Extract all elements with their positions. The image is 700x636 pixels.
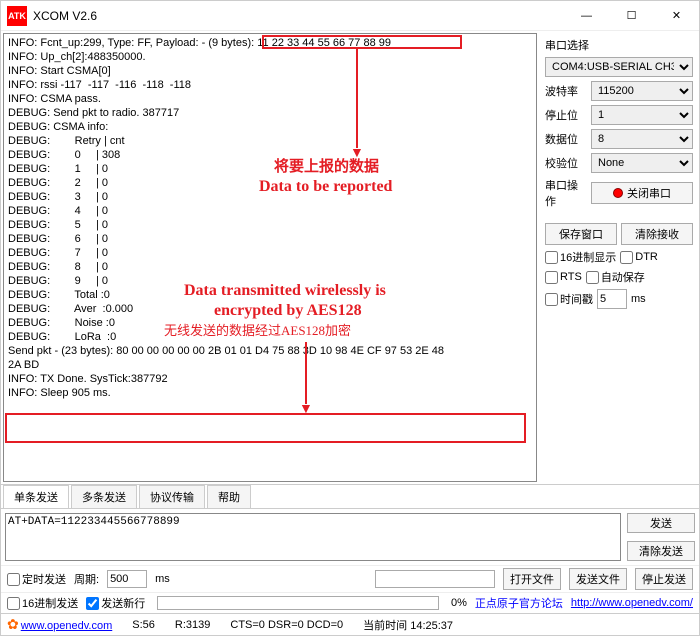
ms-label-2: ms — [155, 573, 170, 585]
tab-single-send[interactable]: 单条发送 — [3, 485, 69, 508]
console-line: INFO: Start CSMA[0] — [8, 64, 532, 78]
status-sent: S:56 — [132, 619, 155, 631]
app-logo-icon: ATK — [7, 6, 27, 26]
stopbits-label: 停止位 — [545, 107, 587, 123]
open-file-button[interactable]: 打开文件 — [503, 568, 561, 590]
port-select[interactable]: COM4:USB-SERIAL CH340 — [545, 57, 693, 77]
console-line: DEBUG: 1 | 0 — [8, 162, 532, 176]
console-line: INFO: CSMA pass. — [8, 92, 532, 106]
gear-icon: ✿ — [7, 616, 19, 632]
timestamp-input[interactable] — [597, 289, 627, 309]
arrow-down-icon: ▼ — [299, 342, 313, 412]
progress-percent: 0% — [451, 597, 467, 609]
record-dot-icon — [613, 188, 623, 198]
titlebar: ATK XCOM V2.6 — ☐ ✕ — [1, 1, 699, 31]
annotation-report-cn: 将要上报的数据 — [274, 160, 379, 174]
ms-label: ms — [631, 293, 646, 305]
annotation-encrypt-cn: 无线发送的数据经过AES128加密 — [164, 324, 351, 338]
console-line: DEBUG: CSMA info: — [8, 120, 532, 134]
status-time: 当前时间 14:25:37 — [363, 617, 453, 633]
tab-multi-send[interactable]: 多条发送 — [71, 485, 137, 508]
console-line: Send pkt - (23 bytes): 80 00 00 00 00 00… — [8, 344, 532, 358]
close-port-button[interactable]: 关闭串口 — [591, 182, 693, 204]
console-line: INFO: Fcnt_up:299, Type: FF, Payload: - … — [8, 36, 532, 50]
timed-send-checkbox[interactable]: 定时发送 — [7, 571, 66, 587]
highlight-box-encrypted — [5, 413, 526, 443]
port-op-label: 串口操作 — [545, 177, 587, 209]
autosave-checkbox[interactable]: 自动保存 — [586, 269, 645, 285]
baud-label: 波特率 — [545, 83, 587, 99]
console-output[interactable]: ▼ 将要上报的数据 Data to be reported Data trans… — [3, 33, 537, 482]
console-line: DEBUG: 8 | 0 — [8, 260, 532, 274]
file-path-input[interactable] — [375, 570, 495, 588]
site-link[interactable]: www.openedv.com — [21, 620, 113, 632]
port-group-label: 串口选择 — [545, 37, 693, 53]
console-line: INFO: rssi -117 -117 -116 -118 -118 — [8, 78, 532, 92]
timestamp-checkbox[interactable]: 时间戳 — [545, 291, 593, 307]
forum-label: 正点原子官方论坛 — [475, 595, 563, 611]
sidebar-panel: 串口选择 COM4:USB-SERIAL CH340 波特率115200 停止位… — [539, 31, 699, 484]
arrow-down-icon: ▼ — [350, 48, 364, 156]
stopbits-select[interactable]: 1 — [591, 105, 693, 125]
clear-receive-button[interactable]: 清除接收 — [621, 223, 693, 245]
tab-protocol[interactable]: 协议传输 — [139, 485, 205, 508]
send-tabs: 单条发送 多条发送 协议传输 帮助 — [1, 485, 699, 509]
send-newline-checkbox[interactable]: 发送新行 — [86, 595, 145, 611]
console-line: DEBUG: 7 | 0 — [8, 246, 532, 260]
console-line: DEBUG: Retry | cnt — [8, 134, 532, 148]
forum-link[interactable]: http://www.openedv.com/ — [571, 597, 693, 609]
rts-checkbox[interactable]: RTS — [545, 271, 582, 284]
window-title: XCOM V2.6 — [33, 9, 564, 23]
console-line: INFO: Sleep 905 ms. — [8, 386, 532, 400]
databits-select[interactable]: 8 — [591, 129, 693, 149]
save-window-button[interactable]: 保存窗口 — [545, 223, 617, 245]
console-line: DEBUG: 4 | 0 — [8, 204, 532, 218]
console-line: DEBUG: 0 | 308 — [8, 148, 532, 162]
console-line: DEBUG: 5 | 0 — [8, 218, 532, 232]
annotation-report-en: Data to be reported — [259, 180, 392, 194]
parity-label: 校验位 — [545, 155, 587, 171]
databits-label: 数据位 — [545, 131, 587, 147]
period-label: 周期: — [74, 571, 99, 587]
annotation-encrypt-en1: Data transmitted wirelessly is — [184, 284, 386, 298]
console-line: 2A BD — [8, 358, 532, 372]
baud-select[interactable]: 115200 — [591, 81, 693, 101]
hex-display-checkbox[interactable]: 16进制显示 — [545, 249, 616, 265]
send-textarea[interactable]: AT+DATA=112233445566778899 — [5, 513, 621, 561]
dtr-checkbox[interactable]: DTR — [620, 251, 658, 264]
console-line: INFO: Up_ch[2]:488350000. — [8, 50, 532, 64]
console-line: INFO: TX Done. SysTick:387792 — [8, 372, 532, 386]
minimize-button[interactable]: — — [564, 1, 609, 31]
annotation-encrypt-en2: encrypted by AES128 — [214, 304, 362, 318]
maximize-button[interactable]: ☐ — [609, 1, 654, 31]
parity-select[interactable]: None — [591, 153, 693, 173]
send-button[interactable]: 发送 — [627, 513, 695, 533]
progress-bar — [157, 596, 439, 610]
period-input[interactable] — [107, 570, 147, 588]
status-control-lines: CTS=0 DSR=0 DCD=0 — [230, 619, 343, 631]
status-bar: ✿www.openedv.com S:56 R:3139 CTS=0 DSR=0… — [1, 613, 699, 635]
hex-send-checkbox[interactable]: 16进制发送 — [7, 595, 78, 611]
stop-send-button[interactable]: 停止发送 — [635, 568, 693, 590]
console-line: DEBUG: Send pkt to radio. 387717 — [8, 106, 532, 120]
status-received: R:3139 — [175, 619, 210, 631]
console-line: DEBUG: 6 | 0 — [8, 232, 532, 246]
clear-send-button[interactable]: 清除发送 — [627, 541, 695, 561]
send-file-button[interactable]: 发送文件 — [569, 568, 627, 590]
tab-help[interactable]: 帮助 — [207, 485, 251, 508]
close-button[interactable]: ✕ — [654, 1, 699, 31]
